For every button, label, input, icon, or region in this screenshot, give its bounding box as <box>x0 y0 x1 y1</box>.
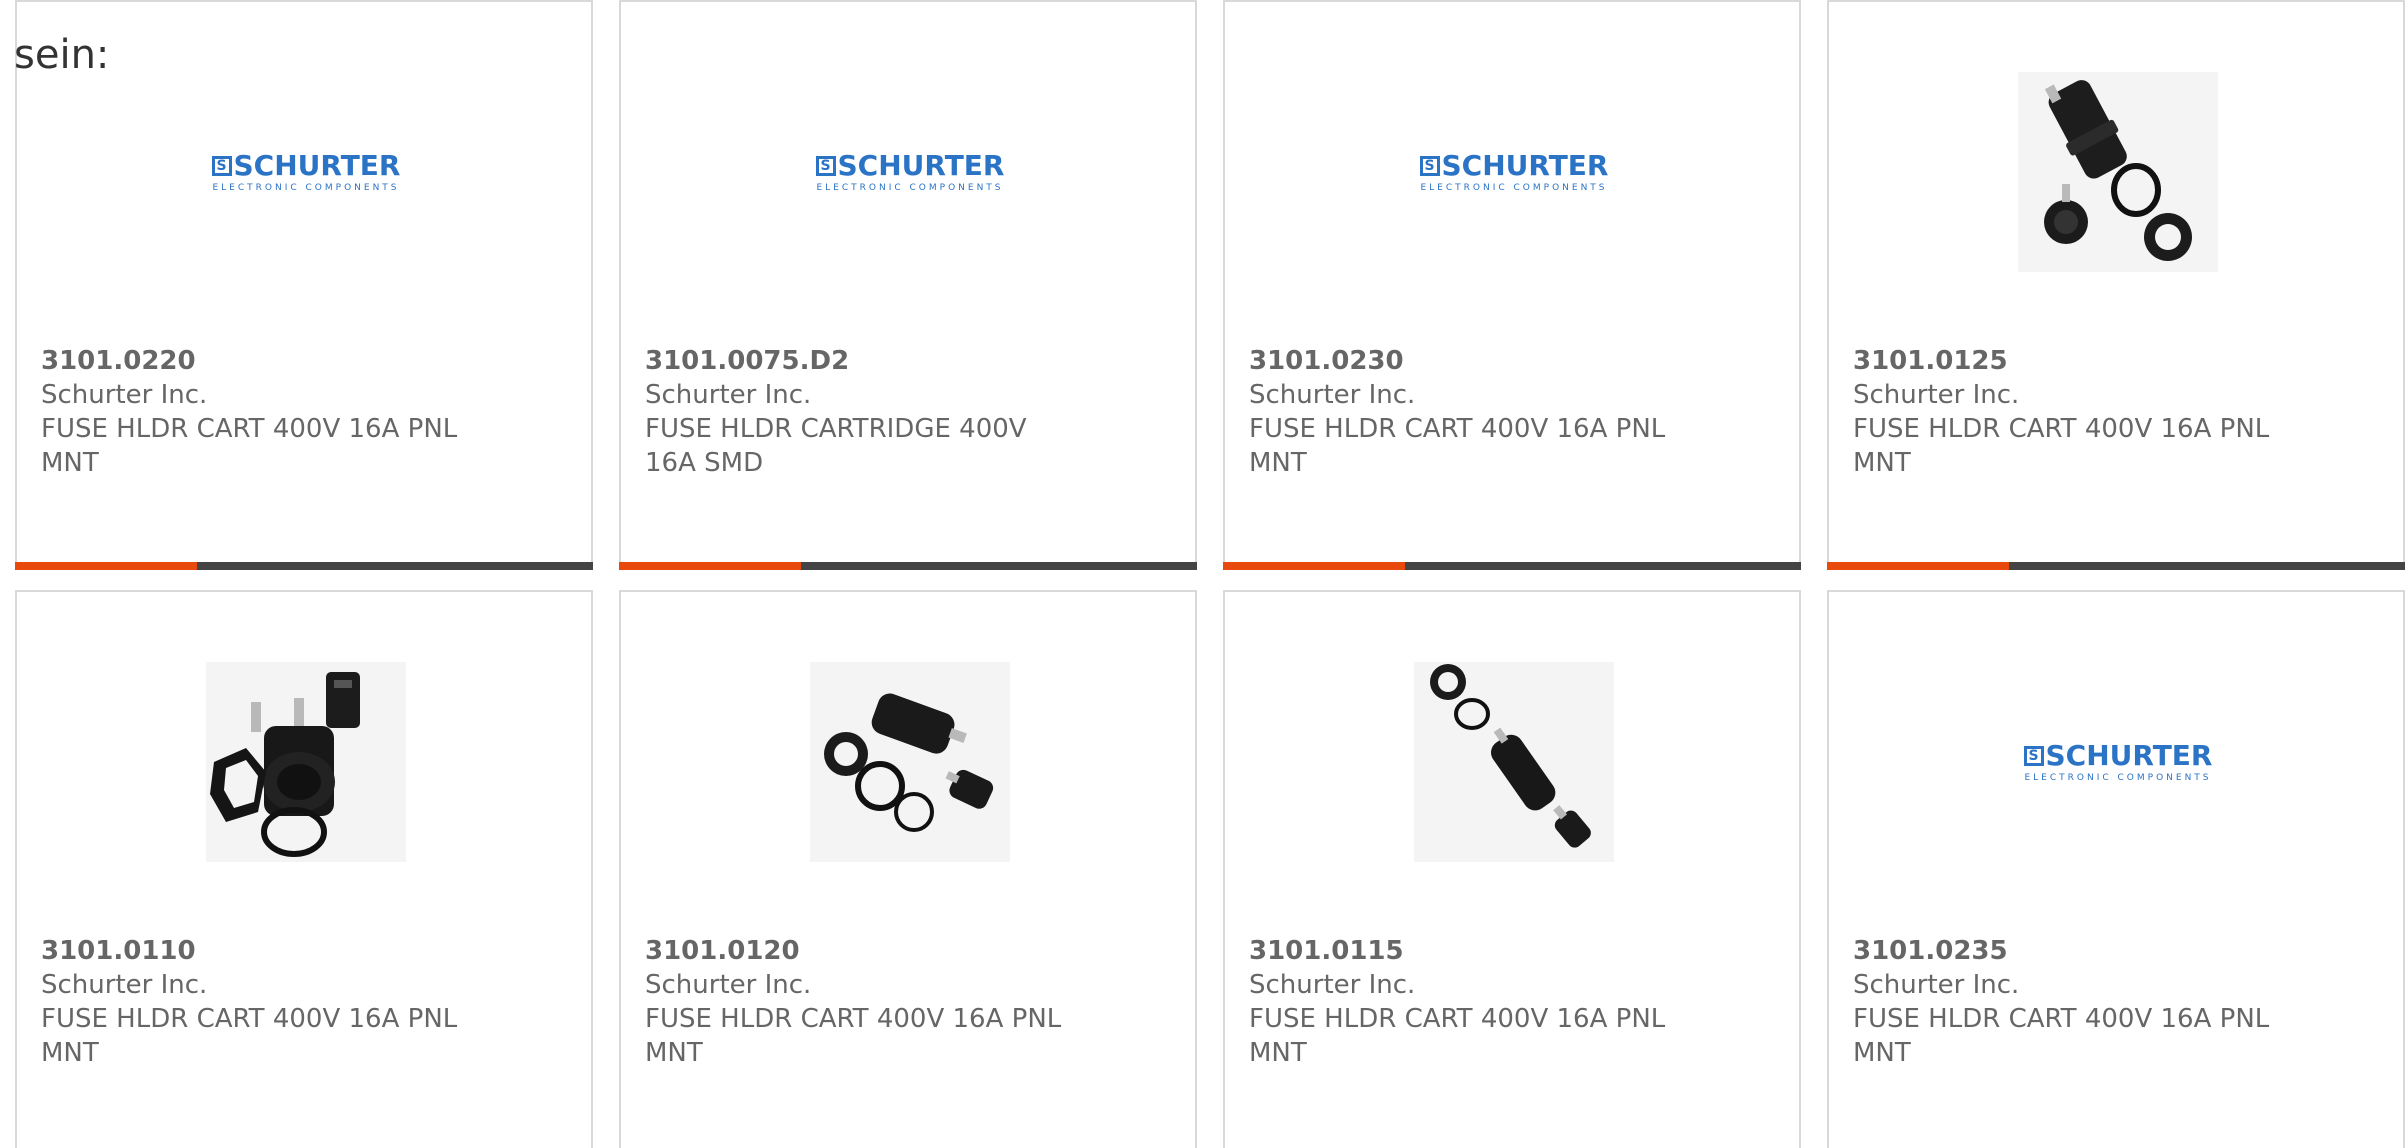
description-line-2: MNT <box>41 448 99 478</box>
description-line-1: FUSE HLDR CART 400V 16A PNL <box>41 414 458 444</box>
schurter-logo: S SCHURTER ELECTRONIC COMPONENTS <box>1419 149 1609 193</box>
schurter-logo-subtitle: ELECTRONIC COMPONENTS <box>2024 773 2212 783</box>
product-card[interactable]: 3101.0115 Schurter Inc. FUSE HLDR CART 4… <box>1223 590 1801 1148</box>
schurter-logo: S SCHURTER ELECTRONIC COMPONENTS <box>2023 739 2213 783</box>
product-thumbnail[interactable] <box>1414 662 1614 862</box>
product-card[interactable]: S SCHURTER ELECTRONIC COMPONENTS 3101.02… <box>1827 590 2405 1148</box>
description-line-2: MNT <box>1249 448 1307 478</box>
schurter-logo-word: SCHURTER <box>2045 739 2213 772</box>
product-thumbnail[interactable]: S SCHURTER ELECTRONIC COMPONENTS <box>1414 72 1614 272</box>
description-line-2: MNT <box>1853 1038 1911 1068</box>
schurter-logo: S SCHURTER ELECTRONIC COMPONENTS <box>211 149 401 193</box>
manufacturer: Schurter Inc. <box>645 380 812 410</box>
part-number-link[interactable]: 3101.0075.D2 <box>645 344 1085 378</box>
schurter-logo-word: SCHURTER <box>1441 149 1609 182</box>
schurter-logo: S SCHURTER ELECTRONIC COMPONENTS <box>815 149 1005 193</box>
card-accent-bar <box>15 562 593 570</box>
part-number-link[interactable]: 3101.0120 <box>645 934 1085 968</box>
description-line-2: MNT <box>1249 1038 1307 1068</box>
fuse-holder-photo-icon <box>2018 72 2218 272</box>
fuse-holder-photo-icon <box>1414 662 1614 862</box>
product-card[interactable]: 3101.0120 Schurter Inc. FUSE HLDR CART 4… <box>619 590 1197 1148</box>
description-line-2: MNT <box>645 1038 703 1068</box>
schurter-logo-mark-icon: S <box>1419 156 1440 176</box>
intro-text: sein: <box>14 32 110 78</box>
schurter-logo-subtitle: ELECTRONIC COMPONENTS <box>816 183 1004 193</box>
manufacturer: Schurter Inc. <box>1853 970 2020 1000</box>
part-number-link[interactable]: 3101.0220 <box>41 344 481 378</box>
schurter-logo-subtitle: ELECTRONIC COMPONENTS <box>212 183 400 193</box>
description-line-1: FUSE HLDR CART 400V 16A PNL <box>645 1004 1062 1034</box>
manufacturer: Schurter Inc. <box>41 380 208 410</box>
product-thumbnail[interactable] <box>2018 72 2218 272</box>
description-line-1: FUSE HLDR CART 400V 16A PNL <box>1853 414 2270 444</box>
schurter-logo-mark-icon: S <box>2023 746 2044 766</box>
manufacturer: Schurter Inc. <box>41 970 208 1000</box>
manufacturer: Schurter Inc. <box>645 970 812 1000</box>
part-number-link[interactable]: 3101.0235 <box>1853 934 2293 968</box>
product-card[interactable]: S SCHURTER ELECTRONIC COMPONENTS 3101.02… <box>15 0 593 570</box>
description-line-1: FUSE HLDR CART 400V 16A PNL <box>1853 1004 2270 1034</box>
description-line-2: MNT <box>41 1038 99 1068</box>
product-card[interactable]: S SCHURTER ELECTRONIC COMPONENTS 3101.00… <box>619 0 1197 570</box>
schurter-logo-mark-icon: S <box>815 156 836 176</box>
part-number-link[interactable]: 3101.0110 <box>41 934 481 968</box>
part-number-link[interactable]: 3101.0230 <box>1249 344 1689 378</box>
fuse-holder-photo-icon <box>206 662 406 862</box>
part-number-link[interactable]: 3101.0125 <box>1853 344 2293 378</box>
schurter-logo-mark-icon: S <box>211 156 232 176</box>
card-accent-bar <box>1223 562 1801 570</box>
description-line-1: FUSE HLDR CART 400V 16A PNL <box>1249 414 1666 444</box>
card-accent-bar <box>1827 562 2405 570</box>
description-line-1: FUSE HLDR CARTRIDGE 400V <box>645 414 1027 444</box>
product-card[interactable]: 3101.0110 Schurter Inc. FUSE HLDR CART 4… <box>15 590 593 1148</box>
product-thumbnail[interactable]: S SCHURTER ELECTRONIC COMPONENTS <box>2018 662 2218 862</box>
manufacturer: Schurter Inc. <box>1249 380 1416 410</box>
manufacturer: Schurter Inc. <box>1249 970 1416 1000</box>
description-line-2: MNT <box>1853 448 1911 478</box>
card-accent-bar <box>619 562 1197 570</box>
part-number-link[interactable]: 3101.0115 <box>1249 934 1689 968</box>
fuse-holder-photo-icon <box>810 662 1010 862</box>
product-grid: S SCHURTER ELECTRONIC COMPONENTS 3101.02… <box>15 0 2408 1148</box>
description-line-1: FUSE HLDR CART 400V 16A PNL <box>41 1004 458 1034</box>
product-card[interactable]: S SCHURTER ELECTRONIC COMPONENTS 3101.02… <box>1223 0 1801 570</box>
schurter-logo-word: SCHURTER <box>837 149 1005 182</box>
description-line-1: FUSE HLDR CART 400V 16A PNL <box>1249 1004 1666 1034</box>
schurter-logo-subtitle: ELECTRONIC COMPONENTS <box>1420 183 1608 193</box>
product-grid-page: sein: S SCHURTER ELECTRONIC COMPONENTS 3… <box>0 0 2408 1148</box>
product-card[interactable]: 3101.0125 Schurter Inc. FUSE HLDR CART 4… <box>1827 0 2405 570</box>
product-thumbnail[interactable] <box>810 662 1010 862</box>
schurter-logo-word: SCHURTER <box>233 149 401 182</box>
product-thumbnail[interactable] <box>206 662 406 862</box>
product-thumbnail[interactable]: S SCHURTER ELECTRONIC COMPONENTS <box>810 72 1010 272</box>
product-thumbnail[interactable]: S SCHURTER ELECTRONIC COMPONENTS <box>206 72 406 272</box>
manufacturer: Schurter Inc. <box>1853 380 2020 410</box>
description-line-2: 16A SMD <box>645 448 764 478</box>
